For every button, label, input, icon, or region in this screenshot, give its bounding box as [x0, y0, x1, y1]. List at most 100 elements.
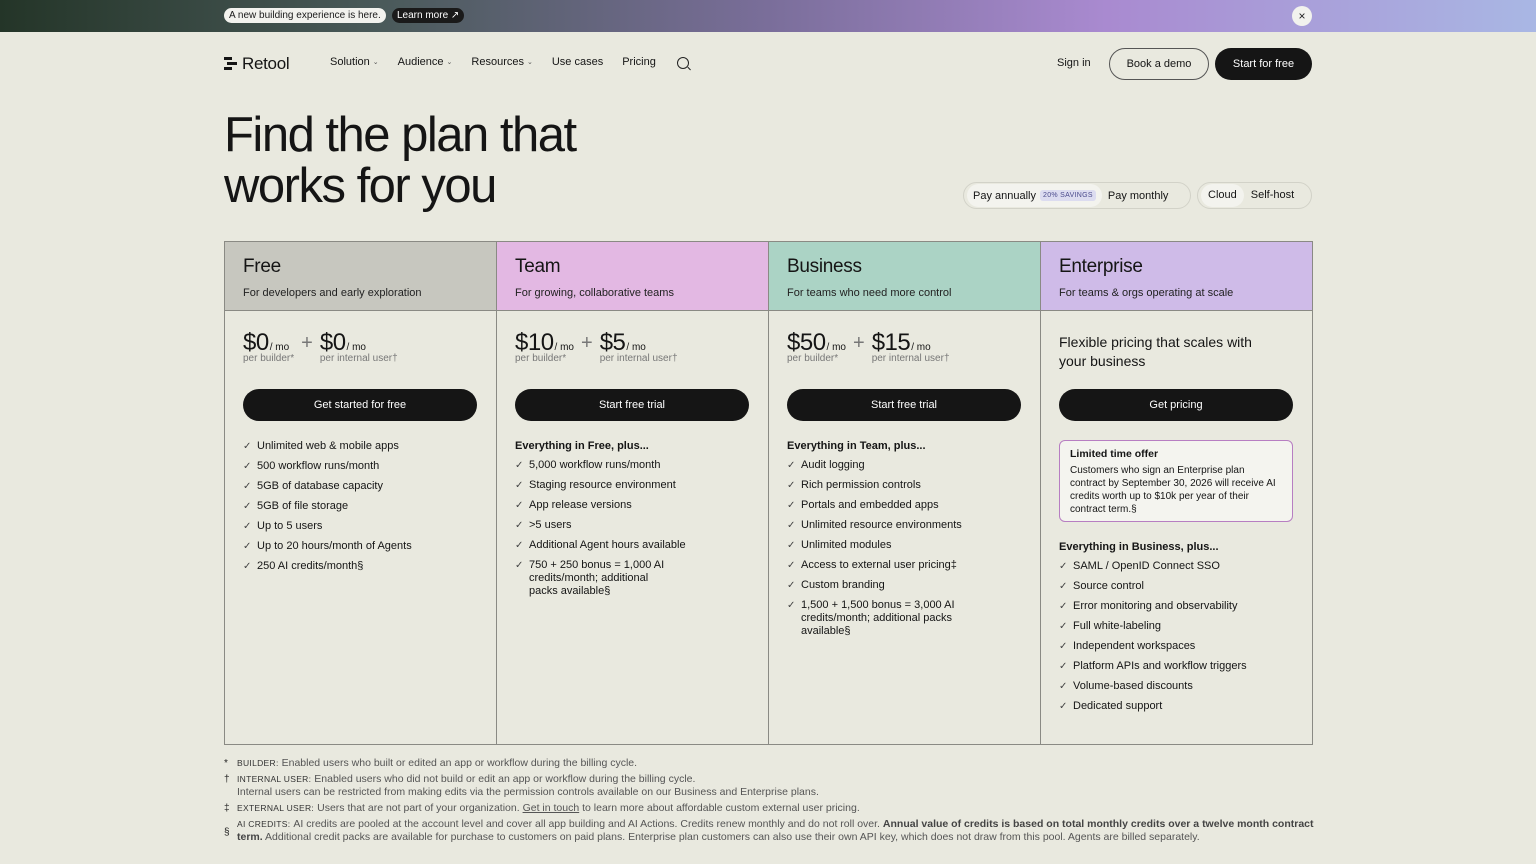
- retool-logo[interactable]: Retool: [224, 54, 290, 74]
- internal-user-price-label: per internal user†: [871, 353, 950, 364]
- feature-intro: Everything in Free, plus...: [515, 440, 649, 452]
- plan-enterprise: Enterprise For teams & orgs operating at…: [1041, 242, 1312, 744]
- nav-item-resources[interactable]: Resources ⌄: [471, 56, 532, 68]
- list-item: ✓ App release versions: [515, 499, 632, 511]
- learn-more-link[interactable]: Learn more ↗: [392, 8, 465, 23]
- announcement-bar: A new building experience is here. Learn…: [0, 0, 1536, 32]
- get-pricing-button[interactable]: Get pricing: [1059, 389, 1293, 421]
- list-item: ✓ Additional Agent hours available: [515, 539, 686, 551]
- page-title: Find the plan that works for you: [224, 108, 577, 213]
- limited-offer-card: Limited time offer Customers who sign an…: [1059, 440, 1293, 522]
- nav-item-use-cases[interactable]: Use cases: [552, 56, 603, 68]
- check-icon: ✓: [1059, 641, 1068, 652]
- pay-monthly-option[interactable]: Pay monthly: [1102, 184, 1175, 207]
- list-item: ✓ Independent workspaces: [1059, 640, 1196, 652]
- check-icon: ✓: [515, 520, 524, 531]
- check-icon: ✓: [243, 501, 252, 512]
- list-item: ✓ >5 users: [515, 519, 572, 531]
- list-item: ✓ Dedicated support: [1059, 700, 1163, 712]
- list-item: ✓ 750 + 250 bonus = 1,000 AI credits/mont…: [515, 559, 665, 597]
- check-icon: ✓: [787, 500, 796, 511]
- check-icon: ✓: [1059, 661, 1068, 672]
- check-icon: ✓: [1059, 701, 1068, 712]
- plan-price: $10/ mo per builder* + $5/ mo per internal…: [515, 329, 678, 364]
- builder-price: $50: [787, 329, 826, 356]
- get-in-touch-link[interactable]: Get in touch: [523, 802, 580, 814]
- plan-free: Free For developers and early exploratio…: [225, 242, 497, 744]
- plan-header: Free For developers and early exploratio…: [225, 242, 496, 311]
- footnotes: * BUILDER: Enabled users who built or edi…: [224, 757, 1314, 847]
- start-free-trial-button[interactable]: Start free trial: [515, 389, 749, 421]
- feature-list: Everything in Team, plus... ✓ Audit loggi…: [787, 440, 1027, 645]
- check-icon: ✓: [243, 441, 252, 452]
- plan-name: Enterprise: [1059, 256, 1143, 277]
- list-item: ✓ Audit logging: [787, 459, 865, 471]
- list-item: ✓ Unlimited resource environments: [787, 519, 962, 531]
- flexible-pricing-text: Flexible pricing that scales with your b…: [1059, 334, 1252, 369]
- pricing-plans: Free For developers and early exploratio…: [224, 241, 1313, 745]
- close-announcement-icon[interactable]: ×: [1292, 6, 1312, 26]
- check-icon: ✓: [787, 580, 796, 591]
- feature-list: Everything in Business, plus... ✓ SAML / …: [1059, 541, 1299, 720]
- list-item: ✓ Custom branding: [787, 579, 885, 591]
- internal-user-price-label: per internal user†: [319, 353, 398, 364]
- footnote-internal-user: † INTERNAL USER: Enabled users who did no…: [224, 773, 819, 798]
- footnote-builder: * BUILDER: Enabled users who built or edi…: [224, 757, 638, 769]
- retool-logo-icon: [224, 57, 237, 71]
- main-nav: Solution ⌄ Audience ⌄ Resources ⌄ Use cases…: [330, 56, 689, 69]
- check-icon: ✓: [787, 600, 796, 611]
- plan-price: $0/ mo per builder* + $0/ mo per internal …: [243, 329, 398, 364]
- nav-item-pricing[interactable]: Pricing: [622, 56, 656, 68]
- plan-header: Enterprise For teams & orgs operating at…: [1041, 242, 1312, 311]
- offer-title: Limited time offer: [1070, 448, 1159, 460]
- list-item: ✓ Up to 5 users: [243, 520, 323, 532]
- check-icon: ✓: [787, 540, 796, 551]
- plan-price: $50/ mo per builder* + $15/ mo per interna…: [787, 329, 950, 364]
- announcement-pill: A new building experience is here.: [224, 8, 386, 23]
- check-icon: ✓: [1059, 681, 1068, 692]
- feature-list: ✓ Unlimited web & mobile apps ✓ 500 workfl…: [243, 440, 483, 580]
- list-item: ✓ Unlimited modules: [787, 539, 892, 551]
- search-icon[interactable]: [676, 57, 689, 69]
- check-icon: ✓: [243, 481, 252, 492]
- check-icon: ✓: [787, 480, 796, 491]
- plan-name: Free: [243, 256, 281, 277]
- start-free-trial-button[interactable]: Start free trial: [787, 389, 1021, 421]
- chevron-down-icon: ⌄: [446, 59, 453, 66]
- check-icon: ✓: [787, 560, 796, 571]
- plan-header: Business For teams who need more control: [769, 242, 1040, 311]
- nav-item-solution[interactable]: Solution ⌄: [330, 56, 379, 68]
- chevron-down-icon: ⌄: [526, 59, 533, 66]
- list-item: ✓ 250 AI credits/month§: [243, 560, 364, 572]
- savings-badge: 20% SAVINGS: [1040, 190, 1096, 201]
- list-item: ✓ Volume-based discounts: [1059, 680, 1193, 692]
- check-icon: ✓: [515, 480, 524, 491]
- self-host-option[interactable]: Self-host: [1244, 184, 1301, 207]
- list-item: ✓ Full white-labeling: [1059, 620, 1162, 632]
- pay-annually-option[interactable]: Pay annually 20% SAVINGS: [967, 184, 1102, 207]
- internal-user-price: $5: [599, 329, 626, 356]
- book-demo-button[interactable]: Book a demo: [1109, 48, 1209, 80]
- cloud-option[interactable]: Cloud: [1201, 184, 1244, 207]
- builder-price-label: per builder*: [243, 353, 295, 364]
- internal-user-price: $0: [319, 329, 346, 356]
- plan-name: Business: [787, 256, 862, 277]
- feature-list: Everything in Free, plus... ✓ 5,000 workf…: [515, 440, 755, 605]
- nav-item-audience[interactable]: Audience ⌄: [398, 56, 453, 68]
- check-icon: ✓: [515, 500, 524, 511]
- plan-description: For teams & orgs operating at scale: [1059, 287, 1234, 299]
- sign-in-link[interactable]: Sign in: [1057, 57, 1091, 69]
- list-item: ✓ 500 workflow runs/month: [243, 460, 380, 472]
- list-item: ✓ SAML / OpenID Connect SSO: [1059, 560, 1220, 572]
- get-started-free-button[interactable]: Get started for free: [243, 389, 477, 421]
- plan-description: For developers and early exploration: [243, 287, 422, 299]
- check-icon: ✓: [787, 520, 796, 531]
- check-icon: ✓: [1059, 561, 1068, 572]
- internal-user-price-label: per internal user†: [599, 353, 678, 364]
- feature-intro: Everything in Team, plus...: [787, 440, 926, 452]
- start-for-free-button[interactable]: Start for free: [1215, 48, 1312, 80]
- logo-text: Retool: [242, 54, 290, 73]
- check-icon: ✓: [515, 460, 524, 471]
- list-item: ✓ Platform APIs and workflow triggers: [1059, 660, 1247, 672]
- check-icon: ✓: [787, 460, 796, 471]
